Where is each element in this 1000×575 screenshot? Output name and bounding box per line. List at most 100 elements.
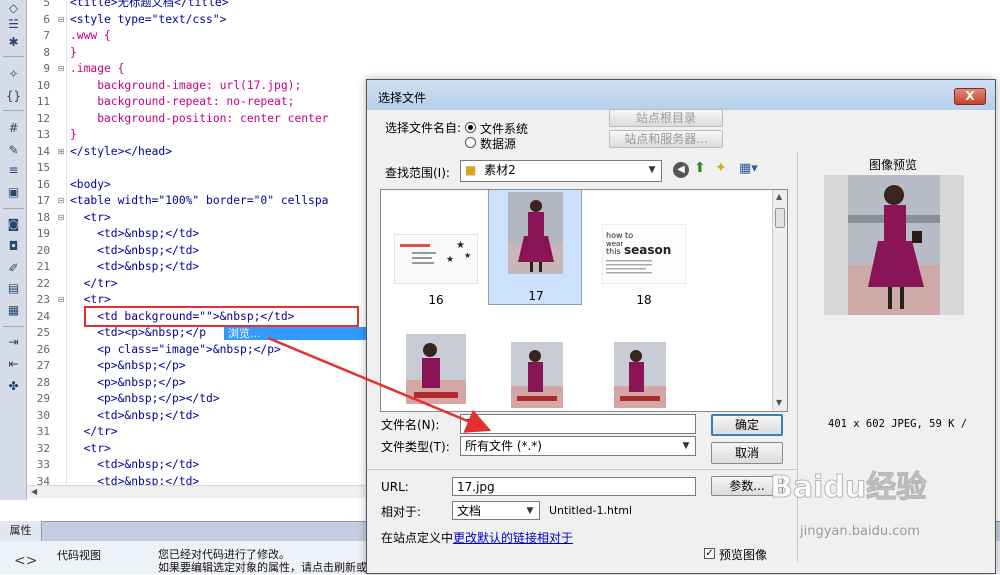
filetype-label: 文件类型(T): — [381, 440, 450, 454]
line-number: 15 — [36, 161, 50, 174]
ok-button[interactable]: 确定 — [711, 414, 783, 436]
line-number: 6 — [43, 12, 50, 26]
list-item[interactable]: ★ ★ ★ 16 — [389, 194, 483, 308]
svg-text:season: season — [624, 243, 671, 257]
code-line: <tr> — [70, 210, 111, 224]
code-line: <td>&nbsp;</td> — [70, 458, 200, 471]
lookin-select[interactable]: ■ 素材2 ▼ — [460, 160, 662, 182]
fold-icon[interactable]: ⊟ — [57, 295, 65, 304]
select-from-label: 选择文件名自: — [385, 121, 462, 135]
thumbnail-file — [406, 334, 466, 404]
code-view-label: 代码视图 — [57, 549, 101, 562]
filetype-select[interactable]: 所有文件 (*.*) ▼ — [460, 436, 696, 456]
view-menu-icon[interactable]: ▦▾ — [739, 161, 758, 176]
filetype-value: 所有文件 (*.*) — [465, 439, 542, 453]
code-line: </style></head> — [70, 144, 173, 158]
code-line: } — [70, 128, 77, 141]
filename-input[interactable]: 17 — [460, 414, 696, 434]
list-item[interactable]: how to wear this season 18 — [597, 194, 691, 308]
code-line: <p>&nbsp;</p> — [70, 359, 186, 372]
file-list-scrollbar[interactable]: ▲ ▼ — [772, 190, 787, 411]
fold-icon[interactable]: ⊟ — [57, 15, 65, 24]
up-folder-icon[interactable]: ⬆ — [694, 160, 706, 176]
horizontal-scrollbar[interactable]: ◀ — [27, 485, 370, 498]
fold-icon[interactable]: ⊟ — [57, 64, 65, 73]
chevron-down-icon: ▼ — [526, 506, 534, 516]
preview-info: 401 x 602 JPEG, 59 K / — [828, 418, 968, 430]
file-name: 17 — [528, 289, 544, 303]
code-line: <p class="image">&nbsp;</p> — [70, 342, 281, 356]
code-line: <td>&nbsp;</td> — [70, 408, 200, 422]
datasource-radio[interactable] — [465, 137, 476, 148]
chevron-down-icon: ▼ — [648, 165, 656, 175]
line-number: 16 — [36, 177, 50, 191]
cancel-button[interactable]: 取消 — [711, 442, 783, 464]
filename-label: 文件名(N): — [381, 418, 440, 432]
code-line: <td>&nbsp;</td> — [70, 227, 200, 240]
scroll-down-icon[interactable]: ▼ — [776, 398, 782, 407]
line-number: 26 — [36, 342, 50, 356]
code-line: <td>&nbsp;</td> — [70, 260, 200, 273]
code-line: <td>&nbsp;</td> — [70, 474, 200, 486]
line-number: 28 — [36, 375, 50, 389]
line-number: 22 — [36, 276, 50, 290]
line-number: 17 — [36, 194, 50, 207]
file-name: 18 — [636, 293, 652, 307]
scroll-left-icon[interactable]: ◀ — [31, 487, 37, 496]
scroll-thumb[interactable] — [775, 208, 785, 228]
image-preview — [824, 175, 964, 315]
line-number: 8 — [43, 45, 50, 59]
url-input[interactable]: 17.jpg — [452, 477, 696, 496]
line-number: 31 — [36, 425, 50, 438]
back-icon[interactable]: ◀ — [673, 162, 689, 178]
relative-select[interactable]: 文档 ▼ — [452, 501, 540, 520]
thumbnail-16: ★ ★ ★ — [394, 234, 478, 284]
thumbnail-17 — [508, 192, 563, 274]
folder-icon: ■ — [465, 163, 477, 177]
datasource-radio-label[interactable]: 数据源 — [480, 135, 516, 152]
line-number: 13 — [36, 128, 50, 141]
line-number: 32 — [36, 441, 50, 455]
list-item[interactable] — [494, 330, 588, 411]
line-number: 29 — [36, 392, 50, 405]
line-number: 25 — [36, 326, 50, 339]
dialog-divider — [367, 469, 797, 470]
svg-text:★: ★ — [456, 240, 465, 251]
code-line: <body> — [70, 177, 111, 191]
code-line: <tr> — [70, 441, 111, 455]
list-item[interactable] — [389, 330, 483, 411]
browse-hint-label[interactable]: 浏览... — [228, 327, 261, 340]
line-number: 23 — [36, 293, 50, 306]
annotation-highlight-box — [84, 306, 359, 327]
line-number: 27 — [36, 359, 50, 372]
code-line: <p>&nbsp;</p></td> — [70, 392, 220, 405]
dialog-title: 选择文件 — [378, 91, 427, 105]
line-number-gutter: 5 6 7 8 9 10 11 12 13 14 15 16 17 18 19 20 21 22 23 24 25 26 2… — [27, 0, 67, 488]
site-server-button[interactable]: 站点和服务器... — [609, 130, 723, 148]
list-item[interactable]: 17 — [488, 190, 582, 305]
code-line: <td><p>&nbsp;</p — [70, 326, 207, 339]
close-button[interactable]: X — [954, 88, 986, 105]
fold-icon[interactable]: ⊞ — [57, 147, 65, 156]
code-editor[interactable]: <title>无标题文档</title> <style type="text/cs… — [70, 0, 370, 485]
line-number: 7 — [43, 29, 50, 42]
scroll-up-icon[interactable]: ▲ — [776, 192, 782, 201]
code-line: <title>无标题文档</title> — [70, 0, 229, 9]
preview-checkbox[interactable]: ✓ — [704, 548, 715, 559]
site-root-button[interactable]: 站点根目录 — [609, 109, 723, 127]
list-item[interactable] — [597, 330, 691, 411]
thumbnail-file — [511, 342, 563, 408]
chevron-down-icon: ▼ — [682, 441, 690, 451]
change-default-link[interactable]: 更改默认的链接相对于 — [453, 531, 573, 545]
tab-properties[interactable]: 属性 — [0, 521, 42, 541]
svg-text:how to: how to — [606, 231, 633, 240]
code-line: } — [70, 45, 77, 59]
file-list[interactable]: ★ ★ ★ 16 17 how to wear this season 18 — [380, 189, 788, 412]
new-folder-icon[interactable]: ✦ — [715, 160, 727, 176]
fold-icon[interactable]: ⊟ — [57, 196, 65, 205]
line-number: 24 — [36, 309, 50, 323]
lookin-label: 查找范围(I): — [385, 166, 450, 180]
filesystem-radio[interactable] — [465, 122, 476, 133]
watermark-site: jingyan.baidu.com — [800, 524, 920, 539]
fold-icon[interactable]: ⊟ — [57, 213, 65, 222]
